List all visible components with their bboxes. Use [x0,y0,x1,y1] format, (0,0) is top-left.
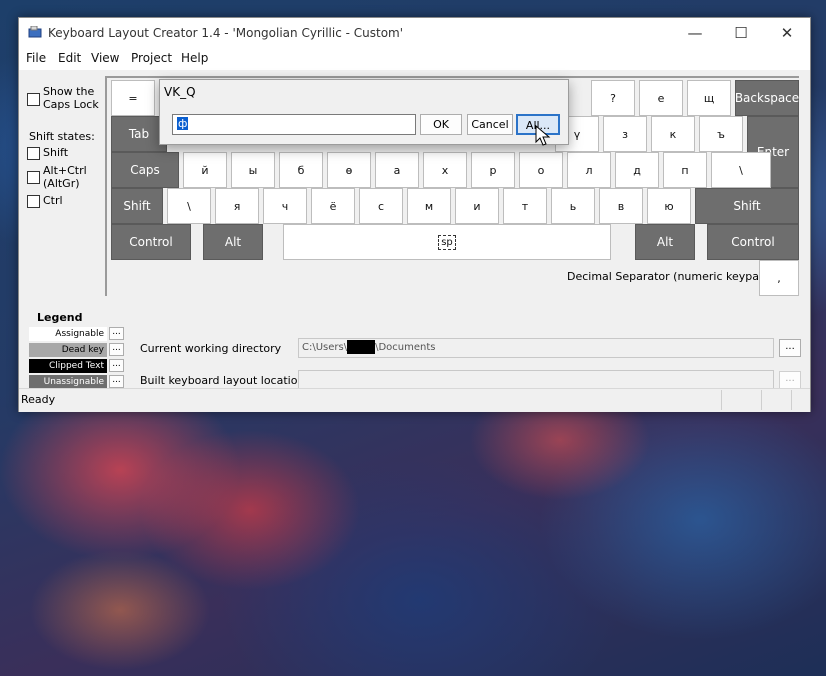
cwd-label: Current working directory [140,342,282,355]
key-short-i[interactable]: й [183,152,227,188]
menu-file[interactable]: File [26,51,46,65]
key-soft-sign[interactable]: ь [551,188,595,224]
shift-label: Shift [43,146,69,159]
key-ha[interactable]: х [423,152,467,188]
key-ka[interactable]: к [651,116,695,152]
cancel-button[interactable]: Cancel [467,114,513,135]
space-label: sp [438,234,456,250]
cwd-field[interactable]: C:\Users\ \Documents [298,338,774,358]
key-equals[interactable]: = [111,80,155,116]
decimal-separator-label: Decimal Separator (numeric keypad) [567,270,771,283]
legend-clipped-text: Clipped Text [29,359,107,373]
status-divider [721,390,722,410]
key-be[interactable]: б [279,152,323,188]
shift-checkbox[interactable] [27,147,40,160]
key-de[interactable]: д [615,152,659,188]
window-title: Keyboard Layout Creator 1.4 - 'Mongolian… [48,26,404,40]
altgr-label: Alt+Ctrl (AltGr) [43,164,87,190]
mouse-cursor-icon [535,125,551,146]
ctrl-checkbox[interactable] [27,195,40,208]
cwd-prefix: C:\Users\ [302,342,348,353]
key-yery[interactable]: ы [231,152,275,188]
character-input-selection: ф [177,117,189,130]
key-o[interactable]: о [519,152,563,188]
status-divider [791,390,792,410]
key-shcha[interactable]: щ [687,80,731,116]
maximize-button[interactable]: ☐ [718,18,764,48]
key-ve[interactable]: в [599,188,643,224]
legend-clipped-button[interactable]: ... [109,359,124,372]
legend-assignable: Assignable [29,327,107,341]
keyboard-app-icon [28,26,42,38]
key-e[interactable]: е [639,80,683,116]
redacted-username [347,340,376,354]
menu-project[interactable]: Project [131,51,172,65]
key-el[interactable]: л [567,152,611,188]
vk-edit-dialog: VK_Q ф OK Cancel All... [159,79,569,145]
menu-view[interactable]: View [91,51,119,65]
key-yu[interactable]: ю [647,188,691,224]
key-question[interactable]: ? [591,80,635,116]
legend-dead-key: Dead key [29,343,107,357]
shift-states-title: Shift states: [29,130,95,143]
show-caps-checkbox[interactable] [27,93,40,106]
status-text: Ready [21,393,56,406]
key-ya[interactable]: я [215,188,259,224]
main-window: Keyboard Layout Creator 1.4 - 'Mongolian… [18,17,811,412]
key-yo[interactable]: ё [311,188,355,224]
status-divider [761,390,762,410]
show-caps-label: Show the Caps Lock [43,85,99,111]
ok-button[interactable]: OK [420,114,462,135]
key-alt-left[interactable]: Alt [203,224,263,260]
key-backspace[interactable]: Backspace [735,80,799,116]
key-shift-left[interactable]: Shift [111,188,163,224]
key-space[interactable]: sp [283,224,611,260]
ctrl-label: Ctrl [43,194,63,207]
key-hard-sign[interactable]: ъ [699,116,743,152]
character-input[interactable]: ф [172,114,416,135]
key-control-right[interactable]: Control [707,224,799,260]
key-pe[interactable]: п [663,152,707,188]
key-o-barred[interactable]: ө [327,152,371,188]
key-er[interactable]: р [471,152,515,188]
key-te[interactable]: т [503,188,547,224]
key-backslash[interactable]: \ [711,152,771,188]
legend-dead-key-button[interactable]: ... [109,343,124,356]
built-browse-button[interactable]: ... [779,371,801,389]
key-a[interactable]: а [375,152,419,188]
legend-unassignable: Unassignable [29,375,107,389]
key-ze[interactable]: з [603,116,647,152]
title-bar[interactable]: Keyboard Layout Creator 1.4 - 'Mongolian… [19,18,810,48]
key-caps[interactable]: Caps [111,152,179,188]
menu-bar: File Edit View Project Help [19,48,810,70]
minimize-button[interactable]: — [672,18,718,48]
key-decimal-separator[interactable]: , [759,260,799,296]
legend-title: Legend [37,311,83,324]
built-location-field[interactable] [298,370,774,390]
status-bar: Ready [19,388,810,412]
legend-unassignable-button[interactable]: ... [109,375,124,388]
key-alt-right[interactable]: Alt [635,224,695,260]
dialog-title: VK_Q [164,85,196,99]
key-shift-right[interactable]: Shift [695,188,799,224]
menu-help[interactable]: Help [181,51,208,65]
close-button[interactable]: ✕ [764,18,810,48]
menu-edit[interactable]: Edit [58,51,81,65]
key-es[interactable]: с [359,188,403,224]
cwd-browse-button[interactable]: ... [779,339,801,357]
key-i[interactable]: и [455,188,499,224]
key-che[interactable]: ч [263,188,307,224]
key-backslash-2[interactable]: \ [167,188,211,224]
key-em[interactable]: м [407,188,451,224]
cwd-suffix: \Documents [375,342,436,353]
legend-assignable-button[interactable]: ... [109,327,124,340]
key-control-left[interactable]: Control [111,224,191,260]
built-location-label: Built keyboard layout location [140,374,305,387]
altgr-checkbox[interactable] [27,171,40,184]
